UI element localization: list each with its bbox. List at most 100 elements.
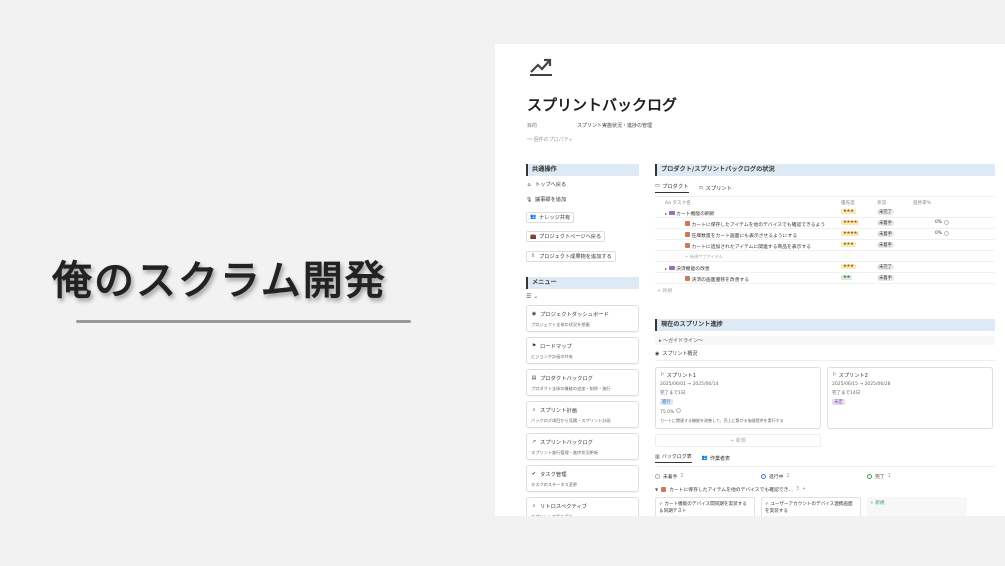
home-icon: ⌂ xyxy=(527,181,531,188)
table-row[interactable]: ▸ カート機能の刷新 ★★★ 未完了 xyxy=(655,207,995,218)
trend-chart-icon xyxy=(530,58,552,76)
status-badge: 未着手 xyxy=(877,220,894,226)
property-row[interactable]: 目的 スプリント実施状況・進捗の管理 xyxy=(527,122,652,129)
list-view-icon[interactable]: ☰ ⌄ xyxy=(526,293,639,300)
menu-heading: メニュー xyxy=(526,276,639,289)
sprint-card[interactable]: ⚐ スプリント1 2025/06/01 → 2025/06/14 完了まで1日 進… xyxy=(655,367,821,429)
status-badge: 未定 xyxy=(832,399,845,405)
status-badge: 未着手 xyxy=(877,275,894,281)
table-icon: ▭ xyxy=(655,183,661,189)
menu-card[interactable]: ⌕ スプリント計画 バックログ項目から見積・スプリント計画 xyxy=(526,400,639,428)
progress: 0% xyxy=(935,220,949,225)
folder-icon xyxy=(668,211,675,215)
add-subitem-button[interactable]: + 新規サブアイテム xyxy=(685,254,723,260)
new-sprint-button[interactable]: + 新規 xyxy=(655,434,821,447)
progress-ring xyxy=(675,408,681,413)
table-row[interactable]: 在庫数量をカート画面にも表示させるようにする ★★★★ 未着手 0% xyxy=(655,229,995,240)
hero-underline xyxy=(76,320,411,323)
link-upload[interactable]: ⇪ プロジェクト成果物を追加する xyxy=(526,250,616,262)
sprint-plan-icon: ⌕ xyxy=(532,406,536,413)
folder-icon xyxy=(668,266,675,270)
column-done[interactable]: 完了 1 xyxy=(867,473,967,480)
col-priority[interactable]: 優先度 xyxy=(841,200,855,206)
page-title: スプリントバックログ xyxy=(527,96,678,114)
col-status[interactable]: 状況 xyxy=(877,200,886,206)
sprint-progress-heading: 現在のスプリント進捗 xyxy=(655,319,995,331)
new-card-button[interactable]: + 新規 xyxy=(867,497,967,516)
table-header: Aa タスク名 優先度 状況 進捗率% xyxy=(655,197,995,207)
menu-card[interactable]: ↗ スプリントバックログ スプリント進行管理・進捗状況更新 xyxy=(526,432,639,460)
add-icon[interactable]: + xyxy=(802,487,806,492)
sprint-cards: ⚐ スプリント1 2025/06/01 → 2025/06/14 完了まで1日 進… xyxy=(655,367,995,429)
page-icon xyxy=(661,487,667,492)
tab-backlog-board[interactable]: ▥ バックログ表 xyxy=(655,453,692,463)
retro-icon: ⌕ xyxy=(532,502,536,509)
more-properties[interactable]: 〜 個件のプロパティ xyxy=(527,136,573,143)
board-columns: 未着手 2 進行中 2 完了 1 xyxy=(655,473,995,480)
menu-card[interactable]: ⚑ ロードマップ ビジョンや計画の共有 xyxy=(526,336,639,364)
caret-right-icon: ▸ xyxy=(665,266,668,271)
roadmap-icon: ⚑ xyxy=(531,342,537,349)
menu-card[interactable]: ⌕ リトロスペクティブ スプリントの振り返り xyxy=(526,496,639,516)
status-badge: 未完了 xyxy=(877,264,894,270)
link-briefcase[interactable]: 💼 プロジェクトページへ戻る xyxy=(526,231,606,242)
menu-card[interactable]: ✔ タスク管理 タスクのステータス変更 xyxy=(526,464,639,492)
chart-icon: ↗ xyxy=(531,438,537,445)
run-icon: ⚐ xyxy=(660,372,665,378)
priority-badge: ★★★ xyxy=(841,242,856,247)
hero-title: 俺のスクラム開発 xyxy=(52,257,387,304)
board-card[interactable]: ✓ カート機能のデバイス間同期を実装する＆同期テスト xyxy=(655,497,755,516)
tab-assignee-board[interactable]: 👥 作業者表 xyxy=(702,453,730,463)
link-mic[interactable]: 🎙 議事録を追加 xyxy=(526,196,639,204)
common-ops-heading: 共通操作 xyxy=(526,164,639,176)
page-icon xyxy=(685,276,690,281)
property-value: スプリント実施状況・進捗の管理 xyxy=(577,123,653,129)
column-doing[interactable]: 進行中 2 xyxy=(761,473,861,480)
hero: 俺のスクラム開発 xyxy=(52,248,442,323)
progress-ring xyxy=(943,220,949,225)
menu-card[interactable]: ◉ プロジェクトダッシュボード プロジェクト全体の状況を把握 xyxy=(526,304,639,332)
board-group[interactable]: ▼ カートに保存したアイテムを他のデバイスでも確認でき... 3 + xyxy=(655,486,995,493)
page-icon xyxy=(685,232,690,237)
caret-right-icon: ▸ xyxy=(665,211,668,216)
board-card[interactable]: ✓ ユーザーアカウントのデバイス連携画面を実装する xyxy=(761,497,861,516)
status-badge: 進行 xyxy=(660,399,673,405)
board-icon: ▥ xyxy=(655,453,660,460)
mic-icon: 🎙 xyxy=(526,196,533,203)
status-badge: 未着手 xyxy=(877,231,894,237)
tab-sprint[interactable]: ▭ スプリント xyxy=(699,182,733,193)
col-progress[interactable]: 進捗率% xyxy=(913,200,931,206)
priority-badge: ★★★★ xyxy=(841,231,860,236)
backlog-tabs: ▭ プロダクト ▭ スプリント xyxy=(655,182,995,197)
caret-down-icon: ▼ xyxy=(655,487,659,492)
sprint-card[interactable]: ⚐ スプリント2 2025/06/15 → 2025/06/28 完了まで14日 … xyxy=(827,367,993,429)
table-row[interactable]: カートに追加されたアイテムに関連する商品を表示する ★★★ 未着手 xyxy=(655,240,995,251)
backlog-status-heading: プロダクト/スプリントバックログの状況 xyxy=(655,164,995,176)
progress-ring xyxy=(943,231,949,236)
table-row[interactable]: ▸ 決済機能の改善 ★★★ 未完了 xyxy=(655,262,995,273)
table-row[interactable]: 決済の画面遷移を改善する ★★ 未着手 xyxy=(655,273,995,284)
col-task[interactable]: Aa タスク名 xyxy=(665,200,691,206)
page-icon xyxy=(685,221,690,226)
gallery-icon: ◉ xyxy=(655,350,660,357)
backlog-table: ▸ カート機能の刷新 ★★★ 未完了 カートに保存したアイテムを他のデバイスでも確認… xyxy=(655,207,995,284)
new-row-button[interactable]: + 新規 xyxy=(655,287,995,294)
guideline-toggle[interactable]: ▸ 〜ガイドライン〜 xyxy=(655,336,995,345)
briefcase-icon: 💼 xyxy=(530,233,537,240)
table-row[interactable]: カートに保存したアイテムを他のデバイスでも確認できるよう ★★★★ 未着手 0% xyxy=(655,218,995,229)
status-dot-icon xyxy=(655,474,660,479)
link-people[interactable]: 👥 ナレッジ共有 xyxy=(526,211,575,223)
run-icon: ⚐ xyxy=(832,372,837,378)
tab-sprint-overview[interactable]: ◉ スプリント概況 xyxy=(655,350,995,361)
table-icon: ▭ xyxy=(698,184,704,191)
status-badge: 未完了 xyxy=(877,209,894,215)
progress: 0% xyxy=(935,231,949,236)
table-row[interactable]: + 新規サブアイテム xyxy=(655,251,995,262)
link-home[interactable]: ⌂ トップへ戻る xyxy=(526,181,639,189)
priority-badge: ★★ xyxy=(841,275,853,280)
people-icon: 👥 xyxy=(701,455,708,461)
menu-card[interactable]: ▤ プロダクトバックログ プロダクト全体の機能の追加・削除・進行 xyxy=(526,368,639,396)
task-icon: ✔ xyxy=(531,470,537,477)
column-todo[interactable]: 未着手 2 xyxy=(655,473,755,480)
tab-product[interactable]: ▭ プロダクト xyxy=(655,182,689,193)
